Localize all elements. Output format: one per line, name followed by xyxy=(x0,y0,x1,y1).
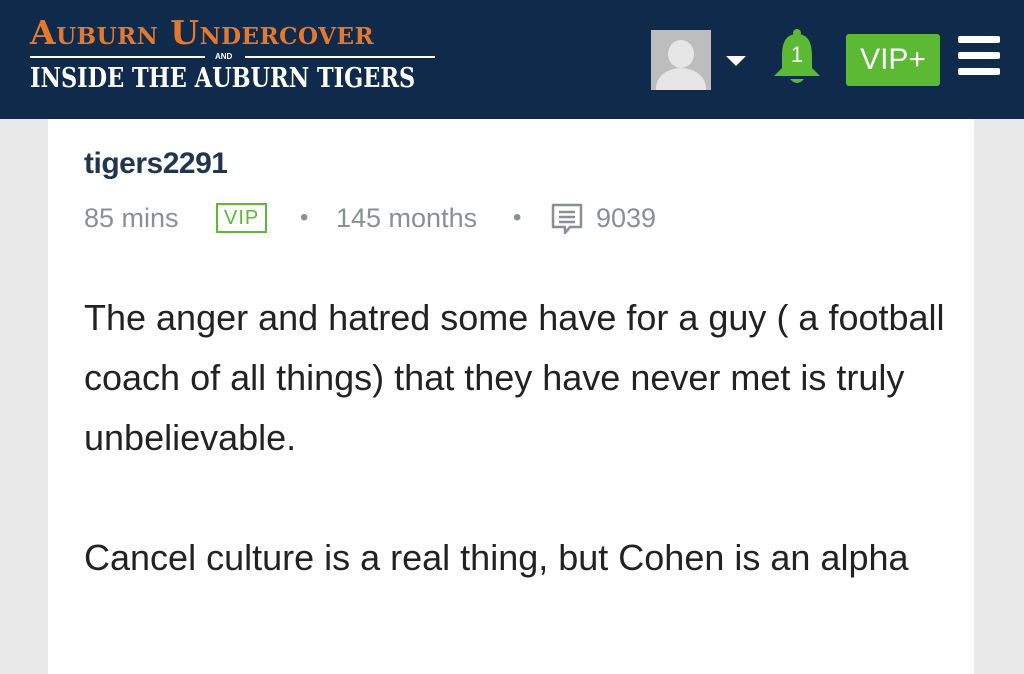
logo-and-text: AND xyxy=(215,52,233,61)
vip-status-badge: VIP xyxy=(216,203,268,233)
menu-line xyxy=(958,68,1000,75)
post-paragraph: Cancel culture is a real thing, but Cohe… xyxy=(84,537,909,578)
vip-plus-button[interactable]: VIP+ xyxy=(846,34,940,86)
site-logo[interactable]: Auburn Undercover AND INSIDE THE AUBURN … xyxy=(30,14,440,106)
meta-separator-dot: • xyxy=(513,204,522,231)
post-body: The anger and hatred some have for a guy… xyxy=(84,288,954,588)
logo-title-inside-the-auburn-tigers: INSIDE THE AUBURN TIGERS xyxy=(30,63,416,94)
meta-separator-dot: • xyxy=(300,204,309,231)
post-time-ago: 85 mins xyxy=(84,203,179,233)
logo-title-auburn-undercover: Auburn Undercover xyxy=(30,13,375,52)
post-count: 9039 xyxy=(596,203,657,233)
site-header: Auburn Undercover AND INSIDE THE AUBURN … xyxy=(0,0,1024,119)
post-author-username[interactable]: tigers2291 xyxy=(84,146,228,182)
hamburger-menu-icon[interactable] xyxy=(958,36,1000,76)
avatar-body-shape xyxy=(656,68,706,90)
chevron-down-icon[interactable] xyxy=(726,56,746,66)
notification-count: 1 xyxy=(790,42,804,67)
logo-divider-left xyxy=(30,56,205,58)
message-count-icon xyxy=(550,202,584,245)
menu-line xyxy=(958,52,1000,59)
avatar-head-shape xyxy=(668,40,694,68)
menu-line xyxy=(958,36,1000,43)
notifications-button[interactable]: 1 xyxy=(770,28,824,88)
post-paragraph: The anger and hatred some have for a guy… xyxy=(84,297,945,458)
logo-divider-right xyxy=(245,56,435,58)
user-avatar[interactable] xyxy=(651,30,711,90)
member-tenure: 145 months xyxy=(336,203,478,233)
